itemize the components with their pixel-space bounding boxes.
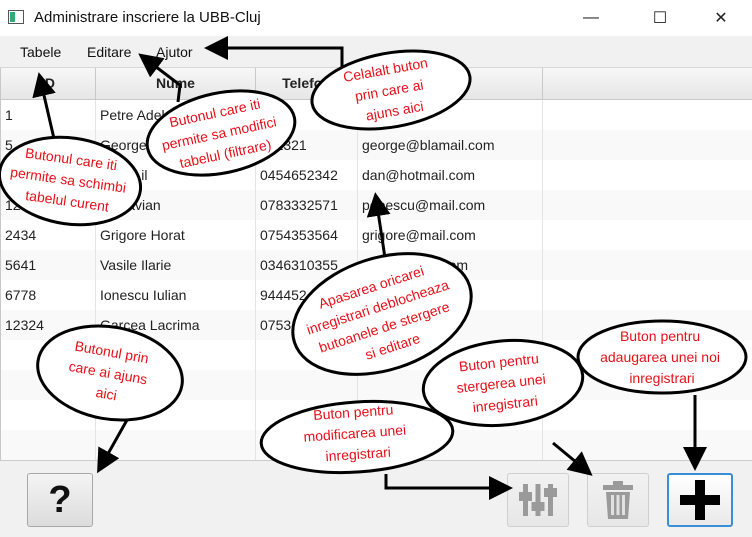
menu-bar: Tabele Editare Ajutor — [0, 36, 752, 68]
help-label: ? — [48, 478, 72, 521]
edit-button[interactable] — [507, 473, 569, 527]
table-cell: 12 — [1, 190, 96, 220]
menu-ajutor[interactable]: Ajutor — [156, 44, 193, 60]
table-cell: Garcea Lacrima — [96, 310, 256, 340]
table-cell: george@blamail.com — [358, 130, 543, 160]
column-header-id[interactable]: ID — [1, 68, 96, 99]
table-cell: 5641 — [1, 250, 96, 280]
table-cell — [358, 340, 543, 370]
table-row-empty — [1, 430, 752, 460]
table-cell — [256, 400, 358, 430]
column-header-nume[interactable]: Nume — [96, 68, 256, 99]
trash-icon — [603, 481, 633, 519]
table-cell — [1, 160, 96, 190]
table-cell — [256, 370, 358, 400]
table-cell: vasile@mail.com — [358, 250, 543, 280]
table-cell — [256, 340, 358, 370]
table-header: ID Nume Telefon Email — [1, 68, 752, 100]
table-cell: 0754353564 — [256, 220, 358, 250]
sliders-icon — [519, 484, 557, 516]
table-row[interactable]: 2434 Grigore Horat 0754353564 grigore@mail.… — [1, 220, 752, 250]
table-row[interactable]: 5 George 432321 george@blamail.com — [1, 130, 752, 160]
table-cell: Ionescu Iulian — [96, 280, 256, 310]
table-cell: 0346310355 — [256, 250, 358, 280]
table-cell — [256, 430, 358, 460]
table-row-empty — [1, 370, 752, 400]
table-row[interactable]: 6778 Ionescu Iulian 944452 ...com — [1, 280, 752, 310]
window-title: Administrare inscriere la UBB-Cluj — [34, 9, 261, 26]
table-row[interactable]: Dan ...il 0454652342 dan@hotmail.com — [1, 160, 752, 190]
column-header-email[interactable]: Email — [358, 68, 543, 99]
table-cell — [256, 100, 358, 130]
app-icon — [8, 10, 24, 24]
table-cell — [1, 370, 96, 400]
table-cell: 1 — [1, 100, 96, 130]
table-row-empty — [1, 400, 752, 430]
table-cell — [358, 370, 543, 400]
table-cell — [96, 340, 256, 370]
table-cell — [1, 400, 96, 430]
table-cell: Grigore Horat — [96, 220, 256, 250]
table-row[interactable]: 12324 Garcea Lacrima 0753 ...com — [1, 310, 752, 340]
table-cell: 5 — [1, 130, 96, 160]
maximize-button[interactable]: ☐ — [637, 0, 683, 36]
table-cell: George — [96, 130, 256, 160]
table-cell — [96, 370, 256, 400]
table-cell: 0753 — [256, 310, 358, 340]
table-cell: 12324 — [1, 310, 96, 340]
table-cell — [96, 400, 256, 430]
table-cell: 944452 — [256, 280, 358, 310]
table-cell — [358, 430, 543, 460]
delete-button[interactable] — [587, 473, 649, 527]
table-cell: 432321 — [256, 130, 358, 160]
table-cell — [96, 430, 256, 460]
table-cell: Vasile Ilarie — [96, 250, 256, 280]
table-row[interactable]: 12... Flavian 0783332571 popescu@mail.com — [1, 190, 752, 220]
menu-editare[interactable]: Editare — [87, 44, 131, 60]
table-cell: @bla.net — [358, 100, 543, 130]
minimize-button[interactable]: — — [568, 0, 614, 36]
column-header-telefon[interactable]: Telefon — [256, 68, 358, 99]
close-icon: ✕ — [714, 10, 728, 27]
bottom-toolbar: ? — [0, 460, 752, 537]
table-cell: ... Flavian — [96, 190, 256, 220]
table-cell — [358, 400, 543, 430]
table-cell: dan@hotmail.com — [358, 160, 543, 190]
plus-icon — [680, 480, 720, 520]
table-cell — [1, 430, 96, 460]
table-cell: popescu@mail.com — [358, 190, 543, 220]
table-cell: ...com — [358, 310, 543, 340]
table-row[interactable]: 5641 Vasile Ilarie 0346310355 vasile@mail.c… — [1, 250, 752, 280]
title-bar: Administrare inscriere la UBB-Cluj — ☐ ✕ — [0, 0, 752, 36]
close-button[interactable]: ✕ — [698, 0, 744, 36]
add-button[interactable] — [667, 473, 733, 527]
table-row-empty — [1, 340, 752, 370]
menu-tabele[interactable]: Tabele — [20, 44, 61, 60]
table-cell: ...com — [358, 280, 543, 310]
table-cell: 6778 — [1, 280, 96, 310]
table-cell: 2434 — [1, 220, 96, 250]
table-cell: 0454652342 — [256, 160, 358, 190]
minimize-icon: — — [583, 9, 599, 26]
maximize-icon: ☐ — [652, 10, 668, 27]
table-cell: grigore@mail.com — [358, 220, 543, 250]
records-table[interactable]: ID Nume Telefon Email 1 Petre Adel @bla.ne… — [0, 68, 752, 460]
table-cell: 0783332571 — [256, 190, 358, 220]
help-button[interactable]: ? — [27, 473, 93, 527]
table-cell: Dan ...il — [96, 160, 256, 190]
table-cell — [1, 340, 96, 370]
table-row[interactable]: 1 Petre Adel @bla.net — [1, 100, 752, 130]
table-cell: Petre Adel — [96, 100, 256, 130]
